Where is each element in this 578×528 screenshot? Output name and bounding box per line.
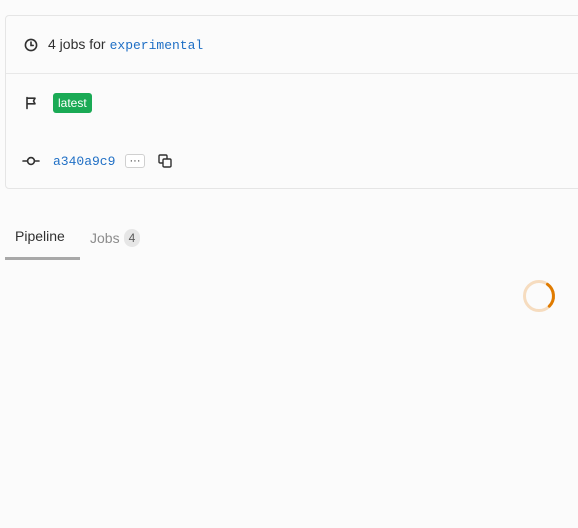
clock-icon <box>22 36 40 54</box>
expand-commit-message-button[interactable]: ··· <box>125 154 145 168</box>
branch-link[interactable]: experimental <box>110 38 204 53</box>
commit-sha-link[interactable]: a340a9c9 <box>53 154 115 169</box>
tag-row: latest <box>6 73 578 133</box>
jobs-count-text: 4 jobs for <box>48 36 106 52</box>
copy-icon[interactable] <box>157 153 173 169</box>
commit-icon <box>22 152 40 170</box>
tab-jobs-label: Jobs <box>90 229 120 246</box>
tab-pipeline-label: Pipeline <box>15 228 65 244</box>
pipeline-info-card: 4 jobs for experimental latest a340a9c9 … <box>5 15 578 189</box>
jobs-row: 4 jobs for experimental <box>6 16 578 74</box>
flag-icon <box>22 94 40 112</box>
pipeline-tabs: Pipeline Jobs 4 <box>5 215 578 260</box>
tab-pipeline[interactable]: Pipeline <box>5 215 80 260</box>
loading-spinner-icon <box>523 280 555 312</box>
jobs-summary: 4 jobs for experimental <box>48 36 203 53</box>
commit-row: a340a9c9 ··· <box>6 133 578 189</box>
jobs-count-badge: 4 <box>123 228 141 247</box>
tab-jobs[interactable]: Jobs 4 <box>80 215 150 260</box>
latest-badge: latest <box>53 93 92 113</box>
